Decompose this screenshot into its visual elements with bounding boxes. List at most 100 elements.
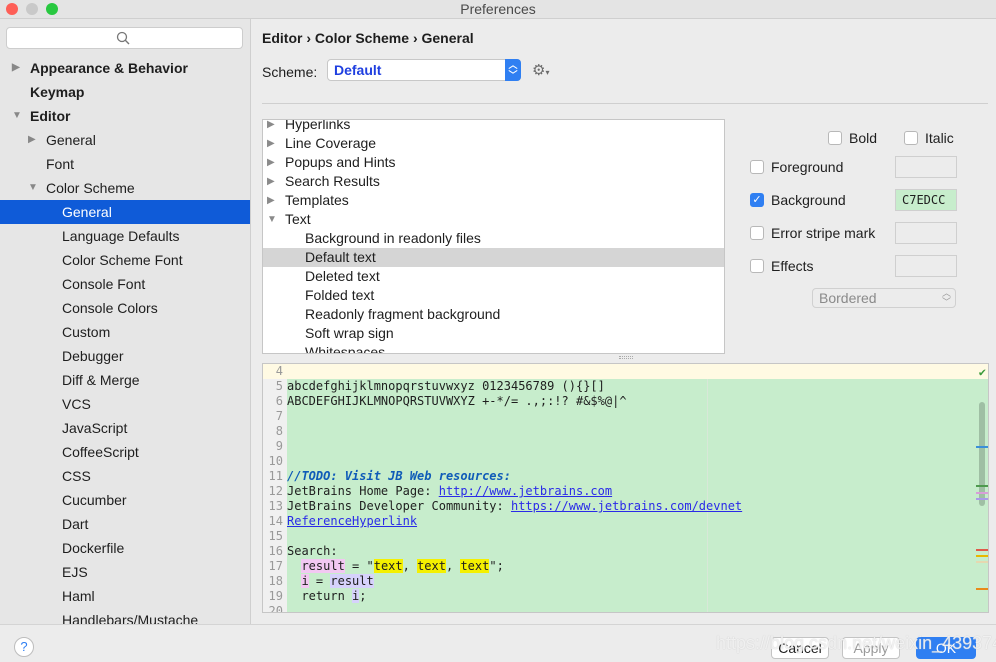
sidebar-item-label: General <box>46 132 96 148</box>
sidebar-item[interactable]: Keymap <box>0 80 250 104</box>
scheme-value: Default <box>334 62 382 78</box>
italic-checkbox[interactable] <box>904 131 918 145</box>
reference-hyperlink[interactable]: ReferenceHyperlink <box>287 514 417 528</box>
sidebar-item[interactable]: General <box>0 200 250 224</box>
sidebar-item[interactable]: Color Scheme Font <box>0 248 250 272</box>
error-stripe-checkbox[interactable] <box>750 226 764 240</box>
sidebar-item[interactable]: EJS <box>0 560 250 584</box>
attribute-item[interactable]: ▶ Popups and Hints <box>263 153 724 172</box>
preview-editor[interactable]: 4 5 abcdefghijklmnopqrstuvwxyz 0123456789… <box>262 363 989 613</box>
sidebar-item[interactable]: ▶ General <box>0 128 250 152</box>
sidebar-item[interactable]: Console Font <box>0 272 250 296</box>
attribute-item[interactable]: Readonly fragment background <box>263 305 724 324</box>
attribute-item[interactable]: Soft wrap sign <box>263 324 724 343</box>
background-checkbox[interactable]: ✓ <box>750 193 764 207</box>
zoom-window-button[interactable] <box>46 3 58 15</box>
attribute-label: Default text <box>305 249 376 265</box>
code-line: 9 <box>275 439 283 453</box>
error-stripe-mark[interactable] <box>976 555 988 557</box>
expanded-arrow-icon[interactable]: ▼ <box>28 176 38 200</box>
error-stripe-mark[interactable] <box>976 549 988 551</box>
error-stripe-mark[interactable] <box>976 446 988 448</box>
sidebar-item[interactable]: Dockerfile <box>0 536 250 560</box>
help-button[interactable]: ? <box>14 637 34 657</box>
sidebar-item[interactable]: ▶ Appearance & Behavior <box>0 56 250 80</box>
sidebar-item[interactable]: Console Colors <box>0 296 250 320</box>
foreground-checkbox[interactable] <box>750 160 764 174</box>
scheme-select[interactable]: Default ︿ ﹀ <box>327 59 521 81</box>
sidebar-item[interactable]: JavaScript <box>0 416 250 440</box>
effects-style-select[interactable]: Bordered ︿ ﹀ <box>812 288 956 308</box>
collapsed-arrow-icon[interactable]: ▶ <box>267 120 275 134</box>
breadcrumb-color-scheme[interactable]: Color Scheme <box>315 30 409 46</box>
gear-icon[interactable]: ⚙▾ <box>532 61 549 79</box>
attribute-item[interactable]: Whitespaces <box>263 343 724 353</box>
breadcrumb-general: General <box>421 30 474 46</box>
sidebar-item[interactable]: ▼ Color Scheme <box>0 176 250 200</box>
attributes-tree[interactable]: ▶ Hyperlinks ▶ Line Coverage ▶ Popups and Hin… <box>262 119 725 354</box>
attribute-item[interactable]: Default text <box>263 248 724 267</box>
error-stripe-mark[interactable] <box>976 561 988 563</box>
close-window-button[interactable] <box>6 3 18 15</box>
sidebar-item[interactable]: Haml <box>0 584 250 608</box>
attribute-item[interactable]: ▶ Hyperlinks <box>263 119 724 134</box>
attribute-item[interactable]: ▶ Search Results <box>263 172 724 191</box>
home-page-link[interactable]: http://www.jetbrains.com <box>439 484 612 498</box>
collapsed-arrow-icon[interactable]: ▶ <box>267 134 275 153</box>
minimize-window-button[interactable] <box>26 3 38 15</box>
attribute-item[interactable]: ▶ Templates <box>263 191 724 210</box>
sidebar-item-label: Custom <box>62 324 111 340</box>
sidebar-item[interactable]: Language Defaults <box>0 224 250 248</box>
sidebar-item[interactable]: ▼ Editor <box>0 104 250 128</box>
collapsed-arrow-icon[interactable]: ▶ <box>267 153 275 172</box>
error-stripe-mark[interactable] <box>976 498 988 500</box>
error-stripe-mark[interactable] <box>976 485 988 487</box>
collapsed-arrow-icon[interactable]: ▶ <box>267 172 275 191</box>
sidebar-item-label: Cucumber <box>62 492 127 508</box>
sidebar-item[interactable]: Custom <box>0 320 250 344</box>
sidebar-item[interactable]: Cucumber <box>0 488 250 512</box>
sidebar-item[interactable]: Dart <box>0 512 250 536</box>
vertical-scrollbar[interactable] <box>979 402 985 506</box>
error-stripe-mark[interactable] <box>976 588 988 590</box>
attribute-item[interactable]: ▼ Text <box>263 210 724 229</box>
sidebar-item[interactable]: Handlebars/Mustache <box>0 608 250 624</box>
attribute-item[interactable]: ▶ Line Coverage <box>263 134 724 153</box>
collapsed-arrow-icon[interactable]: ▶ <box>267 191 275 210</box>
foreground-color-swatch[interactable] <box>895 156 957 178</box>
error-stripe-mark[interactable] <box>976 492 988 494</box>
sidebar-item[interactable]: Font <box>0 152 250 176</box>
settings-sidebar: ▶ Appearance & Behavior Keymap ▼ Editor ▶ Gene… <box>0 19 251 624</box>
attribute-item[interactable]: Background in readonly files <box>263 229 724 248</box>
attribute-item[interactable]: Deleted text <box>263 267 724 286</box>
bold-checkbox[interactable] <box>828 131 842 145</box>
effects-color-swatch[interactable] <box>895 255 957 277</box>
effects-checkbox[interactable] <box>750 259 764 273</box>
sidebar-item[interactable]: Diff & Merge <box>0 368 250 392</box>
error-stripe-color-swatch[interactable] <box>895 222 957 244</box>
sidebar-item-label: Appearance & Behavior <box>30 60 188 76</box>
sidebar-item[interactable]: CSS <box>0 464 250 488</box>
code-line: 15 <box>268 529 283 543</box>
attribute-label: Hyperlinks <box>285 119 351 132</box>
collapsed-arrow-icon[interactable]: ▶ <box>12 56 20 80</box>
breadcrumb-editor[interactable]: Editor <box>262 30 302 46</box>
code-line: 20 <box>268 604 283 613</box>
devnet-link[interactable]: https://www.jetbrains.com/devnet <box>511 499 742 513</box>
sidebar-item[interactable]: Debugger <box>0 344 250 368</box>
background-color-swatch[interactable]: C7EDCC <box>895 189 957 211</box>
sidebar-item[interactable]: CoffeeScript <box>0 440 250 464</box>
attribute-item[interactable]: Folded text <box>263 286 724 305</box>
todo-comment: //TODO: Visit JB Web resources: <box>287 469 511 483</box>
sidebar-item-label: Haml <box>62 588 95 604</box>
attribute-label: Readonly fragment background <box>305 306 501 322</box>
expanded-arrow-icon[interactable]: ▼ <box>12 104 22 128</box>
attribute-label: Background in readonly files <box>305 230 481 246</box>
scheme-label: Scheme: <box>262 64 318 80</box>
attribute-label: Popups and Hints <box>285 154 396 170</box>
collapsed-arrow-icon[interactable]: ▶ <box>28 128 36 152</box>
settings-search-input[interactable] <box>6 27 243 49</box>
expanded-arrow-icon[interactable]: ▼ <box>267 210 277 229</box>
sidebar-item[interactable]: VCS <box>0 392 250 416</box>
splitter-handle[interactable] <box>619 356 633 359</box>
